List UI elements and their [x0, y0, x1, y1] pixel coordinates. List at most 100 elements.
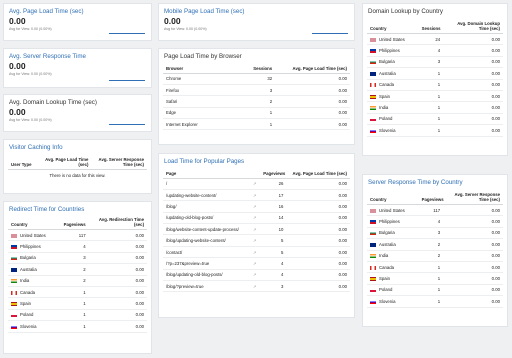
country-name[interactable]: United States [379, 208, 405, 213]
table-row[interactable]: Firefox 3 0.00 [163, 84, 350, 97]
card-title[interactable]: Avg. Domain Lookup Time (sec) [4, 95, 151, 106]
column-header[interactable]: Sessions [234, 64, 276, 74]
table-row[interactable]: Canada 1 0.00 [367, 79, 503, 91]
page-path[interactable]: /?p=237&preview=true [163, 257, 250, 270]
table-row[interactable]: Australia 2 0.00 [8, 263, 147, 276]
card-title[interactable]: Mobile Page Load Time (sec) [159, 4, 354, 15]
browser-name[interactable]: Chrome [163, 73, 235, 85]
card-title[interactable]: Visitor Caching Info [4, 140, 151, 151]
country-name[interactable]: Australia [379, 242, 396, 247]
external-link-icon[interactable]: ↗ [253, 182, 257, 186]
column-header[interactable]: Pageviews [55, 215, 89, 230]
table-row[interactable]: Edge 1 0.00 [163, 107, 350, 120]
external-link-icon[interactable]: ↗ [253, 261, 257, 266]
column-header[interactable]: User Type [8, 155, 39, 170]
country-name[interactable]: Australia [20, 267, 37, 272]
table-row[interactable]: Philippines 4 0.00 [367, 215, 503, 228]
external-link-icon[interactable]: ↗ [253, 273, 257, 277]
page-path[interactable]: /blog/updating-old-blog-posts/ [163, 269, 250, 282]
country-name[interactable]: Slovenia [20, 324, 36, 329]
column-header[interactable]: Country [367, 19, 419, 34]
table-row[interactable]: India 2 0.00 [367, 250, 503, 262]
column-header[interactable]: Pageviews [418, 190, 444, 205]
country-name[interactable]: Canada [379, 265, 394, 270]
country-name[interactable]: Poland [379, 116, 392, 121]
country-name[interactable]: United States [379, 37, 405, 42]
page-path[interactable]: /blog/website-content-update-process/ [163, 223, 250, 236]
country-name[interactable]: Canada [20, 290, 35, 295]
page-path[interactable]: /updating-website-content/ [163, 189, 250, 202]
country-name[interactable]: Australia [379, 71, 396, 76]
column-header[interactable]: Sessions [418, 19, 444, 34]
table-row[interactable]: United States 117 0.00 [367, 204, 503, 217]
column-header[interactable]: Avg. Page Load Time (sec) [275, 64, 350, 74]
table-row[interactable]: Chrome 32 0.00 [163, 73, 350, 85]
external-link-icon[interactable]: ↗ [253, 204, 257, 209]
country-name[interactable]: Bulgaria [20, 255, 36, 260]
page-path[interactable]: /blog/ [163, 200, 250, 213]
table-row[interactable]: /?p=237&preview=true ↗ 4 0.00 [163, 257, 350, 270]
table-row[interactable]: Philippines 4 0.00 [367, 44, 503, 57]
external-link-icon[interactable]: ↗ [253, 193, 257, 198]
page-path[interactable]: /blog/updating-website-content/ [163, 234, 250, 247]
column-header[interactable]: Pageviews [260, 169, 287, 179]
browser-name[interactable]: Edge [163, 107, 235, 120]
card-title[interactable]: Domain Lookup by Country [363, 4, 507, 15]
column-header[interactable]: Avg. Server Response Time (sec) [91, 155, 147, 170]
table-row[interactable]: /updating-website-content/↗ 17 0.00 [163, 189, 350, 202]
country-name[interactable]: Bulgaria [379, 230, 395, 235]
country-name[interactable]: Canada [379, 82, 394, 87]
country-name[interactable]: India [20, 278, 29, 283]
card-title[interactable]: Page Load Time by Browser [159, 49, 354, 60]
column-header[interactable]: Avg. Redirection Time (sec) [88, 215, 147, 230]
column-header[interactable]: Browser [163, 64, 235, 74]
table-row[interactable]: /blog/website-content-update-process/↗ 10… [163, 223, 350, 236]
table-row[interactable]: India 1 0.00 [367, 101, 503, 114]
column-header[interactable]: Avg. Page Load Time (sec) [38, 155, 92, 170]
browser-name[interactable]: Internet Explorer [163, 118, 235, 131]
column-header[interactable]: Avg. Server Response Time (sec) [443, 190, 503, 205]
table-row[interactable]: /updating-old-blog-posts/↗ 14 0.00 [163, 212, 350, 225]
country-name[interactable]: Slovenia [379, 299, 395, 304]
page-path[interactable]: / [163, 178, 250, 190]
table-row[interactable]: United States 117 0.00 [8, 229, 147, 242]
country-name[interactable]: Bulgaria [379, 59, 395, 64]
table-row[interactable]: Poland 1 0.00 [8, 309, 147, 322]
table-row[interactable]: /blog/↗ 16 0.00 [163, 200, 350, 213]
table-row[interactable]: Canada 1 0.00 [367, 261, 503, 274]
table-row[interactable]: Slovenia 1 0.00 [367, 295, 503, 308]
country-name[interactable]: Poland [379, 287, 392, 292]
table-row[interactable]: Slovenia 1 0.00 [367, 124, 503, 137]
table-row[interactable]: Canada 1 0.00 [8, 286, 147, 299]
country-name[interactable]: Philippines [20, 244, 41, 249]
external-link-icon[interactable]: ↗ [253, 216, 257, 220]
card-title[interactable]: Server Response Time by Country [363, 175, 507, 186]
country-name[interactable]: Slovenia [379, 128, 395, 133]
page-path[interactable]: /updating-old-blog-posts/ [163, 212, 250, 225]
browser-name[interactable]: Firefox [163, 84, 235, 97]
country-name[interactable]: Spain [379, 276, 390, 281]
table-row[interactable]: Poland 1 0.00 [367, 113, 503, 126]
external-link-icon[interactable]: ↗ [253, 250, 257, 255]
table-row[interactable]: Bulgaria 3 0.00 [8, 252, 147, 265]
column-header[interactable]: Avg. Domain Lookup Time (sec) [443, 19, 503, 34]
page-path[interactable]: /contact/ [163, 246, 250, 259]
browser-name[interactable]: Safari [163, 95, 235, 108]
table-row[interactable]: Australia 1 0.00 [367, 67, 503, 80]
table-row[interactable]: Australia 2 0.00 [367, 238, 503, 251]
table-row[interactable]: Safari 2 0.00 [163, 95, 350, 108]
card-title[interactable]: Avg. Server Response Time [4, 49, 151, 60]
table-row[interactable]: Internet Explorer 1 0.00 [163, 118, 350, 131]
column-header[interactable]: Page [163, 169, 250, 179]
column-header[interactable]: Country [8, 215, 56, 230]
page-path[interactable]: /blog/?preview=true [163, 280, 250, 293]
card-title[interactable]: Load Time for Popular Pages [159, 154, 354, 165]
column-header[interactable]: Avg. Page Load Time (sec) [286, 169, 350, 179]
card-title[interactable]: Redirect Time for Countries [4, 202, 151, 213]
country-name[interactable]: United States [20, 233, 46, 238]
table-row[interactable]: India 2 0.00 [8, 275, 147, 287]
table-row[interactable]: /blog/updating-old-blog-posts/↗ 4 0.00 [163, 269, 350, 282]
table-row[interactable]: Bulgaria 3 0.00 [367, 227, 503, 240]
external-link-icon[interactable]: ↗ [253, 227, 257, 232]
table-row[interactable]: Poland 1 0.00 [367, 284, 503, 297]
